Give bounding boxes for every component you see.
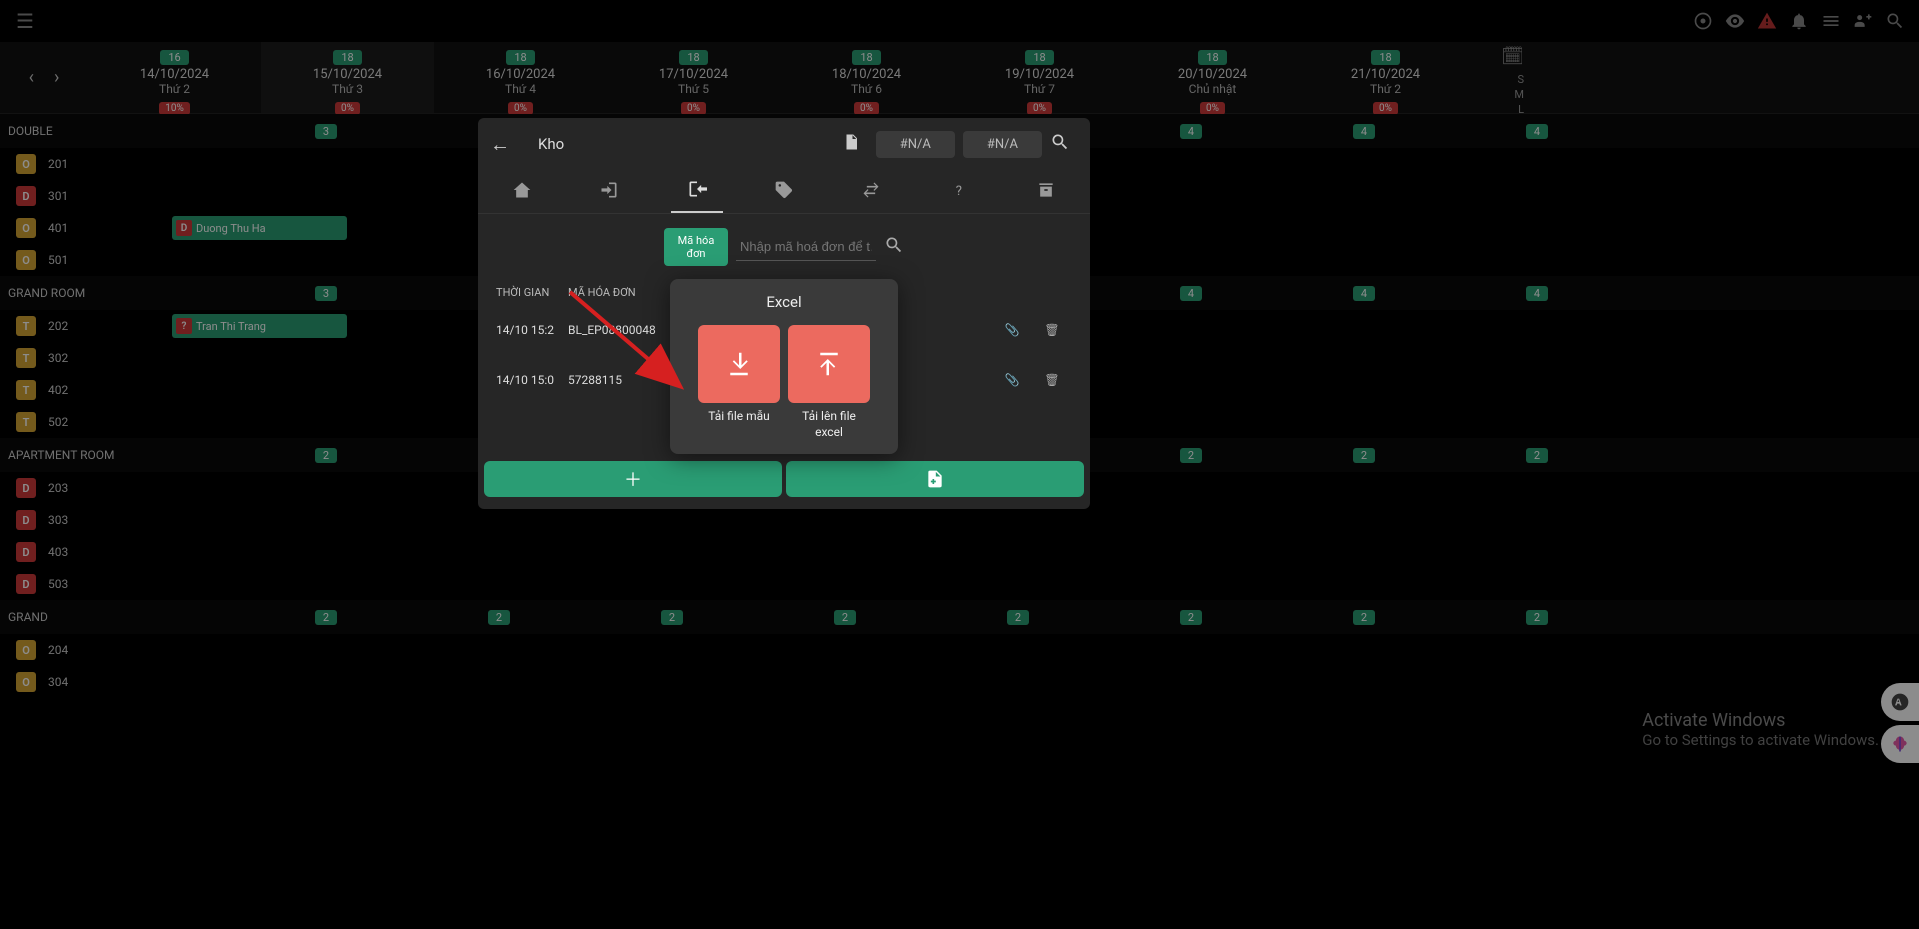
cell-time: 14/10 15:0: [496, 373, 568, 387]
search-icon[interactable]: [884, 235, 904, 259]
add-button[interactable]: ＋: [484, 461, 782, 497]
invoice-search-input[interactable]: [736, 233, 876, 261]
document-icon[interactable]: [842, 133, 860, 155]
new-file-button[interactable]: [786, 461, 1084, 497]
panel-actions: ＋: [478, 461, 1090, 497]
back-arrow-icon[interactable]: ←: [490, 132, 510, 157]
panel-search-icon[interactable]: [1050, 132, 1070, 156]
download-template-button[interactable]: [698, 325, 780, 403]
tab-login-icon[interactable]: [583, 172, 635, 212]
attachment-icon[interactable]: 📎: [992, 323, 1032, 337]
col-time: THỜI GIAN: [496, 286, 568, 299]
search-bar: Mã hóa đơn: [478, 214, 1090, 280]
tab-help-icon[interactable]: ?: [933, 172, 985, 212]
download-template: Tải file mẫu: [698, 325, 780, 440]
tab-archive-icon[interactable]: [1020, 172, 1072, 212]
upload-excel-button[interactable]: [788, 325, 870, 403]
invoice-code-chip[interactable]: Mã hóa đơn: [664, 228, 728, 266]
upload-excel: Tải lên file excel: [788, 325, 870, 440]
svg-text:?: ?: [955, 184, 961, 199]
download-label: Tải file mẫu: [708, 409, 770, 425]
tab-tag-icon[interactable]: [758, 172, 810, 212]
panel-header: ← Kho #N/A #N/A: [478, 118, 1090, 170]
delete-icon[interactable]: 🗑: [1032, 323, 1072, 337]
pill-na-2[interactable]: #N/A: [963, 131, 1042, 158]
pill-na-1[interactable]: #N/A: [876, 131, 955, 158]
tab-home-icon[interactable]: [496, 172, 548, 212]
cell-time: 14/10 15:2: [496, 323, 568, 337]
panel-title: Kho: [538, 135, 564, 153]
attachment-icon[interactable]: 📎: [992, 373, 1032, 387]
panel-tabs: ?: [478, 170, 1090, 214]
excel-popup: Excel Tải file mẫu Tải lên file excel: [670, 279, 898, 454]
upload-label: Tải lên file excel: [788, 409, 870, 440]
tab-logout-icon[interactable]: [671, 171, 723, 213]
delete-icon[interactable]: 🗑: [1032, 373, 1072, 387]
excel-title: Excel: [684, 293, 884, 311]
tab-swap-icon[interactable]: [845, 172, 897, 212]
